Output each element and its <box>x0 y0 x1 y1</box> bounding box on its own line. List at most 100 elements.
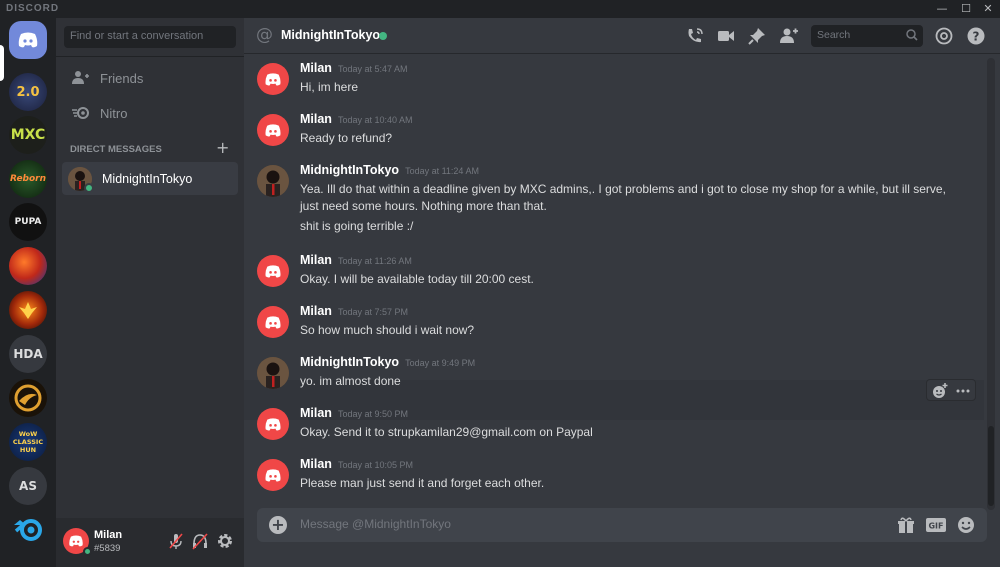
avatar[interactable] <box>257 306 289 338</box>
avatar[interactable] <box>257 459 289 491</box>
message-text: just need some hours. Nothing more than … <box>300 199 547 213</box>
message-text: Hi, im here <box>300 80 359 94</box>
user-panel: Milan #5839 <box>56 518 244 567</box>
discord-logo-icon <box>265 315 281 328</box>
dm-name: MidnightInTokyo <box>102 171 193 186</box>
message-actions <box>926 379 976 401</box>
online-status-icon <box>83 547 92 556</box>
message-author[interactable]: Milan Today at 7:57 PM <box>300 304 408 318</box>
avatar[interactable] <box>257 63 289 95</box>
message-timestamp: Today at 9:50 PM <box>337 409 408 419</box>
server-reborn[interactable]: Reborn <box>9 160 47 198</box>
message-author[interactable]: Milan Today at 10:40 AM <box>300 112 413 126</box>
search-icon <box>906 29 918 41</box>
message-text: Okay. I will be available today till 20:… <box>300 272 534 286</box>
message-timestamp: Today at 7:57 PM <box>337 307 408 317</box>
friends-nav-item[interactable]: Friends <box>64 62 236 94</box>
discord-logo-icon <box>265 72 281 85</box>
pin-icon[interactable] <box>747 26 767 46</box>
message-timestamp: Today at 11:26 AM <box>337 256 412 266</box>
direct-messages-header: DIRECT MESSAGES <box>70 144 162 155</box>
voice-call-icon[interactable] <box>685 26 705 46</box>
message-author[interactable]: MidnightInTokyo Today at 9:49 PM <box>300 355 475 369</box>
server-phoenix[interactable] <box>9 291 47 329</box>
deafen-headphones-icon[interactable] <box>191 532 209 550</box>
active-indicator <box>0 45 4 81</box>
server-hda[interactable]: HDA <box>9 335 47 373</box>
mockingjay-icon <box>14 384 42 412</box>
message-timestamp: Today at 10:40 AM <box>337 115 413 125</box>
server-mxc[interactable]: MXC <box>9 116 47 154</box>
message-timestamp: Today at 11:24 AM <box>405 166 479 176</box>
avatar[interactable] <box>257 114 289 146</box>
video-call-icon[interactable] <box>716 26 736 46</box>
maximize-button[interactable]: ☐ <box>954 0 978 18</box>
close-button[interactable]: ✕ <box>976 0 1000 18</box>
svg-text:?: ? <box>973 30 980 44</box>
home-button[interactable] <box>9 21 47 59</box>
message-author[interactable]: Milan Today at 11:26 AM <box>300 253 412 267</box>
message-search-input[interactable]: Search <box>811 25 923 47</box>
at-icon: @ <box>256 25 273 45</box>
avatar <box>68 166 94 193</box>
mentions-icon[interactable] <box>934 26 954 46</box>
server-wow[interactable]: WoW CLASSIC HUN <box>9 423 47 461</box>
emoji-icon[interactable] <box>957 516 975 534</box>
avatar[interactable] <box>257 408 289 440</box>
message-timestamp: Today at 5:47 AM <box>337 64 408 74</box>
message-input[interactable]: Message @MidnightInTokyo <box>300 517 451 531</box>
scrollbar-thumb[interactable] <box>988 426 994 506</box>
message-text: So how much should i wait now? <box>300 323 475 337</box>
mute-mic-icon[interactable] <box>167 532 185 550</box>
server-pupa[interactable]: PUPA <box>9 203 47 241</box>
friends-label: Friends <box>100 70 144 86</box>
phoenix-icon <box>19 302 37 319</box>
message-list: Milan Today at 5:47 AM Hi, im here Milan T… <box>244 54 1000 514</box>
discord-logo-icon <box>265 264 281 277</box>
user-tag: #5839 <box>94 543 121 554</box>
message-author[interactable]: Milan Today at 10:05 PM <box>300 457 413 471</box>
username: Milan <box>94 529 123 541</box>
more-options-icon[interactable] <box>955 383 971 399</box>
chat-area: @ MidnightInTokyo Search ? Milan Today at… <box>244 18 1000 567</box>
divider <box>56 56 244 57</box>
conversation-search-input[interactable]: Find or start a conversation <box>64 26 236 48</box>
help-icon[interactable]: ? <box>966 26 986 46</box>
message-author[interactable]: Milan Today at 9:50 PM <box>300 406 408 420</box>
gift-icon[interactable] <box>897 516 915 534</box>
search-placeholder: Search <box>817 29 851 41</box>
message-author[interactable]: MidnightInTokyo Today at 11:24 AM <box>300 163 479 177</box>
blender-logo-icon <box>14 519 42 541</box>
avatar[interactable] <box>257 255 289 287</box>
server-hunger[interactable] <box>9 379 47 417</box>
gif-icon[interactable]: GIF <box>926 517 946 533</box>
message-text: Please man just send it and forget each … <box>300 476 545 490</box>
avatar[interactable] <box>257 357 289 389</box>
online-status-icon <box>379 32 387 40</box>
add-reaction-icon[interactable] <box>931 382 949 400</box>
message-text: Okay. Send it to strupkamilan29@gmail.co… <box>300 425 593 439</box>
message-text: shit is going terrible :/ <box>300 219 414 233</box>
discord-logo-icon <box>265 468 281 481</box>
server-flame[interactable] <box>9 247 47 285</box>
upload-plus-icon[interactable]: + <box>269 516 287 534</box>
message-author[interactable]: Milan Today at 5:47 AM <box>300 61 408 75</box>
user-settings-gear-icon[interactable] <box>216 532 234 550</box>
minimize-button[interactable]: — <box>930 0 954 18</box>
nitro-nav-item[interactable]: Nitro <box>64 97 236 129</box>
server-as[interactable]: AS <box>9 467 47 505</box>
server-lineage[interactable]: 2.0 <box>9 73 47 111</box>
title-bar: DISCORD — ☐ ✕ <box>0 0 1000 18</box>
add-friend-icon[interactable] <box>779 26 799 46</box>
online-status-icon <box>84 182 94 193</box>
create-dm-button[interactable]: + <box>216 138 229 157</box>
nitro-icon <box>72 107 89 119</box>
chat-header: @ MidnightInTokyo Search ? <box>244 18 1000 54</box>
server-blender[interactable] <box>9 510 47 548</box>
dm-item-midnightintokyo[interactable]: MidnightInTokyo <box>62 162 238 195</box>
avatar[interactable] <box>257 165 289 197</box>
dm-sidebar: Find or start a conversation Friends Nit… <box>56 18 244 567</box>
message-text: Ready to refund? <box>300 131 393 145</box>
message-text: yo. im almost done <box>300 374 401 388</box>
friends-icon <box>72 71 89 84</box>
